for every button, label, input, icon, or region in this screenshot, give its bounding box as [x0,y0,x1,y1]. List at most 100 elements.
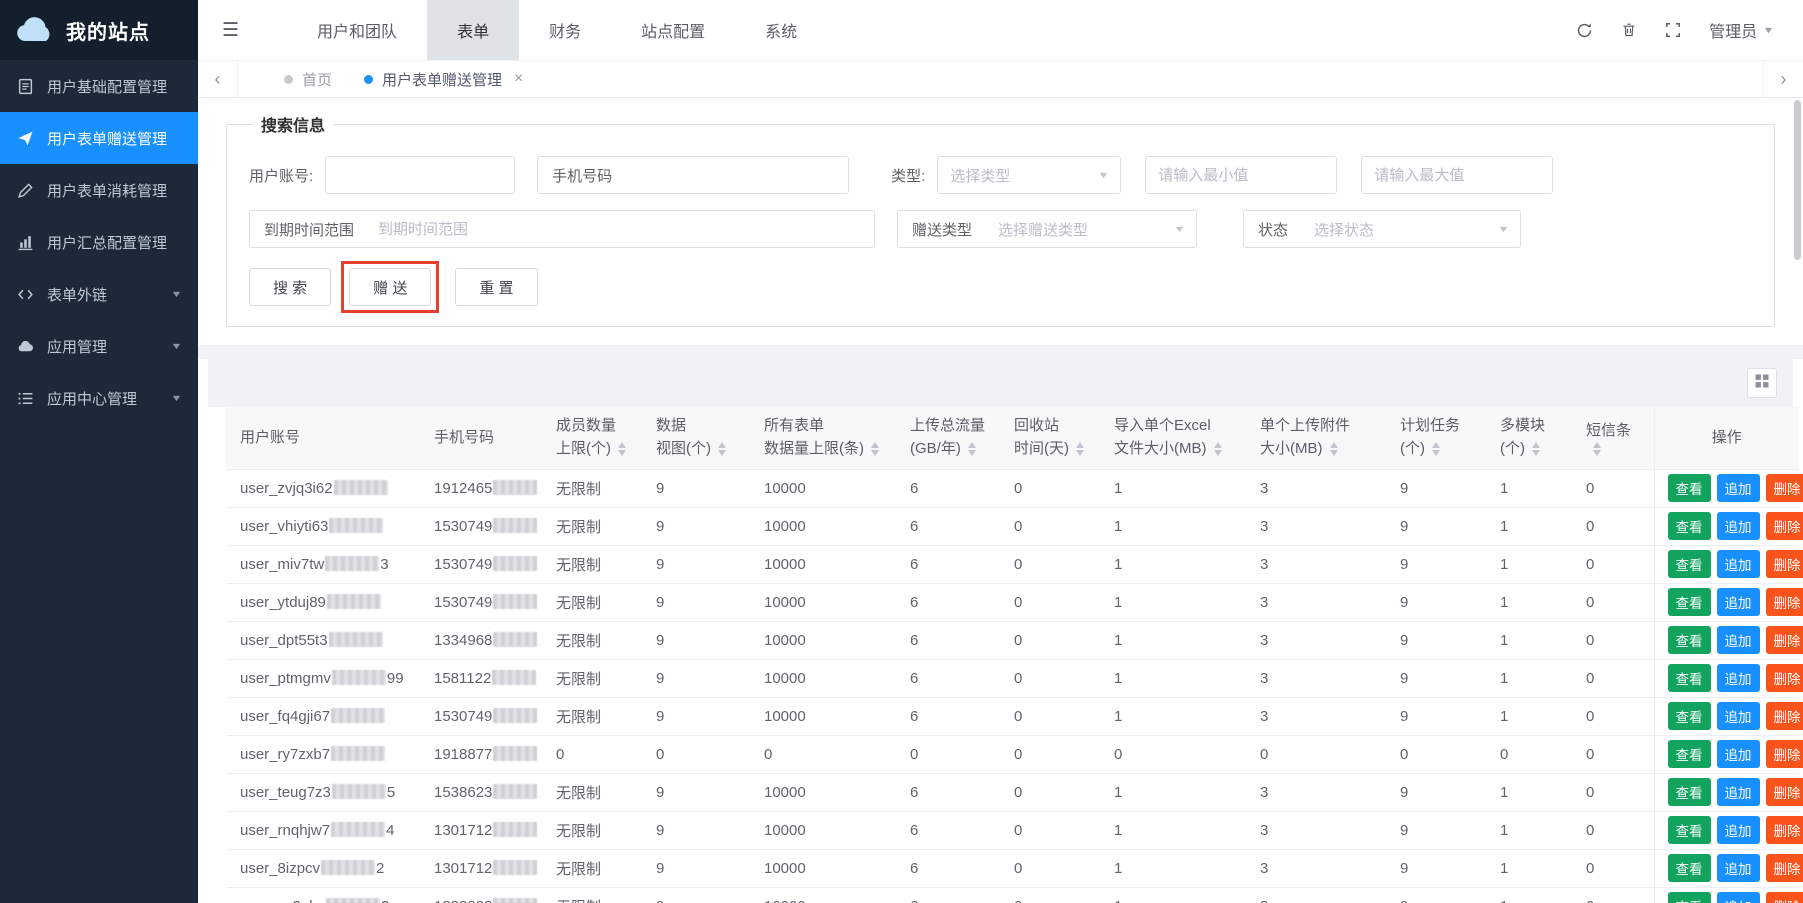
topnav-item[interactable]: 表单 [427,0,519,60]
column-settings-button[interactable] [1747,368,1777,398]
cell-value: 1 [1104,811,1250,849]
view-button[interactable]: 查看 [1668,778,1711,806]
cell-phone: 1301712 [424,811,546,849]
view-button[interactable]: 查看 [1668,626,1711,654]
topnav-item[interactable]: 财务 [519,0,611,60]
sidebar-item-label: 用户表单赠送管理 [47,128,167,149]
sidebar-item[interactable]: 用户表单赠送管理 [0,112,198,164]
sidebar-item[interactable]: 表单外链▼ [0,268,198,320]
sidebar-item[interactable]: 用户基础配置管理 [0,60,198,112]
sort-icon[interactable] [1214,442,1222,456]
sort-icon[interactable] [1330,442,1338,456]
cell-phone: 1530749 [424,697,546,735]
tab-item[interactable]: 用户表单赠送管理× [348,61,539,97]
append-button[interactable]: 追加 [1717,474,1760,502]
view-button[interactable]: 查看 [1668,702,1711,730]
append-button[interactable]: 追加 [1717,892,1760,903]
sort-icon[interactable] [718,442,726,456]
table-row: user_ptmgmv991581122无限制9100006013910查看追加… [226,659,1799,697]
sidebar-item[interactable]: 应用中心管理▼ [0,372,198,424]
sort-icon[interactable] [1076,442,1084,456]
view-button[interactable]: 查看 [1668,740,1711,768]
main-area: ☰ 用户和团队表单财务站点配置系统 管理员 ▼ ‹ 首页用户表单赠送管理× › … [198,0,1803,903]
admin-menu[interactable]: 管理员 ▼ [1709,18,1773,42]
topnav-item[interactable]: 用户和团队 [287,0,427,60]
search-button[interactable]: 搜 索 [249,268,331,306]
topnav-item[interactable]: 站点配置 [611,0,735,60]
column-header[interactable]: 成员数量上限(个) [546,407,646,469]
column-header[interactable]: 计划任务(个) [1390,407,1490,469]
column-header[interactable]: 单个上传附件大小(MB) [1250,407,1390,469]
append-button[interactable]: 追加 [1717,550,1760,578]
chevron-down-icon: ▼ [1762,25,1774,35]
fullscreen-icon[interactable] [1665,22,1681,38]
gift-type-value: 选择赠送类型 [998,219,1088,240]
sort-icon[interactable] [1532,442,1540,456]
view-button[interactable]: 查看 [1668,892,1711,903]
tab-dot-icon [364,75,373,84]
min-value-input[interactable] [1145,156,1337,194]
append-button[interactable]: 追加 [1717,626,1760,654]
close-icon[interactable]: × [514,70,523,88]
column-header[interactable]: 数据视图(个) [646,407,754,469]
cell-actions: 查看追加删除 [1654,583,1799,621]
view-button[interactable]: 查看 [1668,588,1711,616]
view-button[interactable]: 查看 [1668,550,1711,578]
append-button[interactable]: 追加 [1717,512,1760,540]
append-button[interactable]: 追加 [1717,740,1760,768]
cell-value: 0 [1576,659,1654,697]
view-button[interactable]: 查看 [1668,512,1711,540]
account-input[interactable] [325,156,515,194]
redacted-text [493,480,537,495]
cell-value: 10000 [754,811,900,849]
cell-value: 10000 [754,887,900,903]
sort-icon[interactable] [618,442,626,456]
append-button[interactable]: 追加 [1717,778,1760,806]
view-button[interactable]: 查看 [1668,474,1711,502]
gift-type-select[interactable]: 选择赠送类型 ▼ [986,212,1196,246]
cell-value: 0 [546,735,646,773]
append-button[interactable]: 追加 [1717,588,1760,616]
append-button[interactable]: 追加 [1717,854,1760,882]
sort-icon[interactable] [871,442,879,456]
max-value-input[interactable] [1361,156,1553,194]
column-header[interactable]: 多模块(个) [1490,407,1576,469]
gift-button[interactable]: 赠 送 [349,268,431,306]
topnav-item[interactable]: 系统 [735,0,827,60]
phone-input[interactable] [626,158,848,192]
cell-value: 1 [1490,811,1576,849]
sort-icon[interactable] [968,442,976,456]
column-header[interactable]: 回收站时间(天) [1004,407,1104,469]
redacted-text [493,784,537,799]
column-header[interactable]: 所有表单数据量上限(条) [754,407,900,469]
refresh-icon[interactable] [1576,22,1593,39]
sidebar-item[interactable]: 用户表单消耗管理 [0,164,198,216]
collapse-sidebar-icon[interactable]: ☰ [198,0,263,60]
sidebar-item[interactable]: 用户汇总配置管理 [0,216,198,268]
vertical-scrollbar[interactable] [1794,100,1801,897]
sort-icon[interactable] [1432,442,1440,456]
tab-scroll-left-icon[interactable]: ‹ [198,61,238,97]
append-button[interactable]: 追加 [1717,702,1760,730]
cell-account: user_vhiyti63 [226,507,424,545]
reset-button[interactable]: 重 置 [455,268,537,306]
view-button[interactable]: 查看 [1668,854,1711,882]
view-button[interactable]: 查看 [1668,664,1711,692]
cell-value: 1 [1490,887,1576,903]
column-header[interactable]: 导入单个Excel文件大小(MB) [1104,407,1250,469]
topbar-actions: 管理员 ▼ [1576,0,1803,60]
sidebar-item[interactable]: 应用管理▼ [0,320,198,372]
view-button[interactable]: 查看 [1668,816,1711,844]
tab-item[interactable]: 首页 [268,61,348,97]
scrollbar-thumb[interactable] [1794,100,1801,260]
append-button[interactable]: 追加 [1717,816,1760,844]
trash-icon[interactable] [1621,22,1637,38]
column-header[interactable]: 上传总流量(GB/年) [900,407,1004,469]
status-select[interactable]: 选择状态 ▼ [1302,212,1520,246]
tab-scroll-right-icon[interactable]: › [1763,61,1803,97]
append-button[interactable]: 追加 [1717,664,1760,692]
type-select[interactable]: 选择类型 ▼ [937,156,1121,194]
sort-icon[interactable] [1593,442,1601,456]
column-header[interactable]: 短信条 [1576,407,1654,469]
date-range-input[interactable] [368,212,874,246]
